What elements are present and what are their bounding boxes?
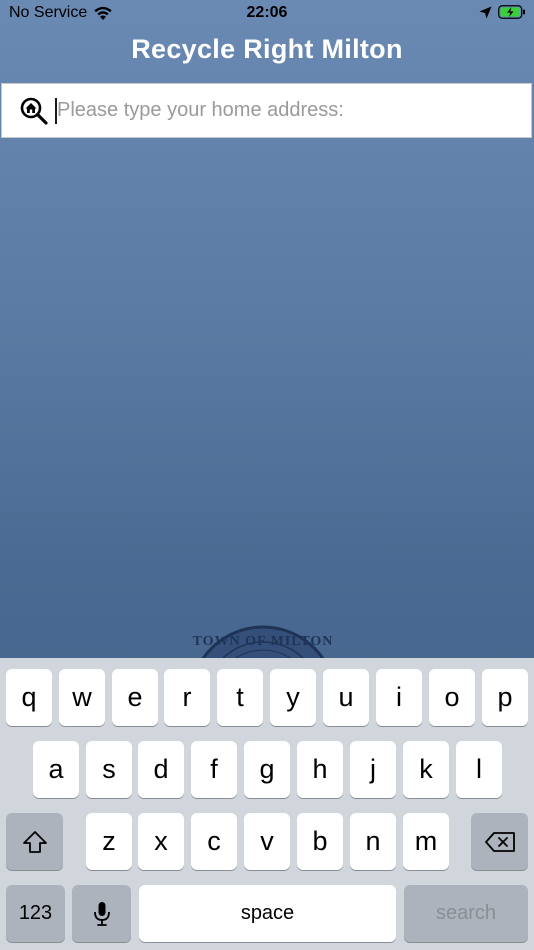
key-j[interactable]: j (350, 741, 396, 798)
key-e[interactable]: e (112, 669, 158, 726)
status-bar: No Service 22:06 (0, 0, 534, 28)
app-title: Recycle Right Milton (131, 34, 403, 64)
key-a[interactable]: a (33, 741, 79, 798)
on-screen-keyboard: q w e r t y u i o p a s d f g h j k l z … (0, 658, 534, 950)
shift-key[interactable] (6, 813, 63, 870)
key-m[interactable]: m (403, 813, 449, 870)
key-g[interactable]: g (244, 741, 290, 798)
battery-charging-icon (498, 5, 525, 19)
status-right (479, 5, 526, 19)
key-t[interactable]: t (217, 669, 263, 726)
key-i[interactable]: i (376, 669, 422, 726)
key-o[interactable]: o (429, 669, 475, 726)
key-p[interactable]: p (482, 669, 528, 726)
space-key[interactable]: space (139, 885, 396, 942)
key-r[interactable]: r (164, 669, 210, 726)
key-b[interactable]: b (297, 813, 343, 870)
location-arrow-icon (479, 6, 492, 18)
key-v[interactable]: v (244, 813, 290, 870)
svg-text:TOWN OF MILTON: TOWN OF MILTON (193, 634, 334, 649)
key-q[interactable]: q (6, 669, 52, 726)
key-y[interactable]: y (270, 669, 316, 726)
key-x[interactable]: x (138, 813, 184, 870)
key-d[interactable]: d (138, 741, 184, 798)
key-f[interactable]: f (191, 741, 237, 798)
key-k[interactable]: k (403, 741, 449, 798)
address-input[interactable] (57, 98, 531, 123)
search-key[interactable]: search (404, 885, 528, 942)
key-n[interactable]: n (350, 813, 396, 870)
shift-arrow-icon (22, 830, 47, 853)
delete-key[interactable] (471, 813, 528, 870)
key-z[interactable]: z (86, 813, 132, 870)
numbers-key[interactable]: 123 (6, 885, 65, 942)
key-h[interactable]: h (297, 741, 343, 798)
microphone-icon (93, 901, 110, 926)
address-search-bar[interactable] (1, 83, 532, 138)
key-w[interactable]: w (59, 669, 105, 726)
backspace-icon (484, 831, 515, 852)
home-search-icon (20, 97, 48, 125)
key-s[interactable]: s (86, 741, 132, 798)
status-time: 22:06 (246, 4, 288, 21)
dictation-key[interactable] (72, 885, 131, 942)
key-l[interactable]: l (456, 741, 502, 798)
key-u[interactable]: u (323, 669, 369, 726)
key-c[interactable]: c (191, 813, 237, 870)
